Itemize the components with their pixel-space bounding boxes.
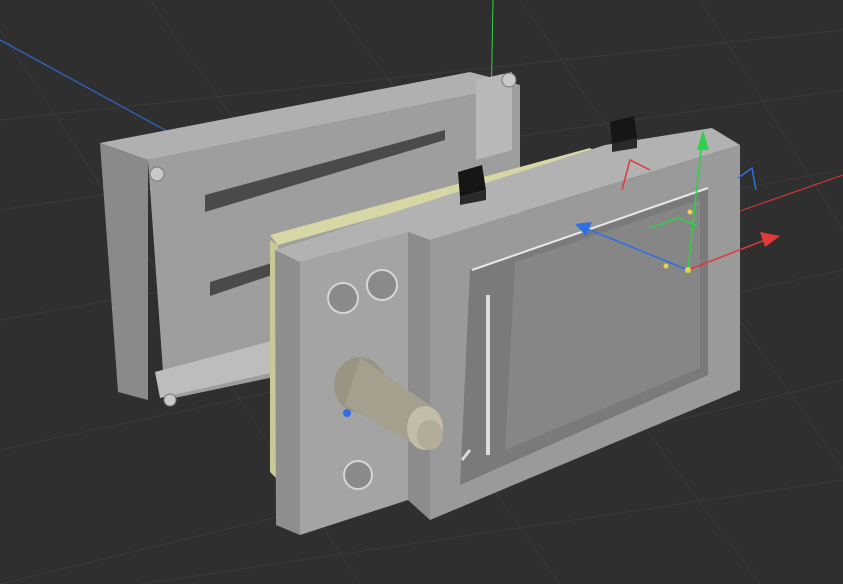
gizmo-center-icon[interactable] xyxy=(685,267,691,273)
ejector-pin xyxy=(149,166,165,182)
top-connector[interactable] xyxy=(610,116,637,152)
top-connector[interactable] xyxy=(458,165,486,205)
gizmo-pivot-icon xyxy=(687,209,693,215)
3d-viewport[interactable] xyxy=(0,0,843,584)
ejector-pin xyxy=(501,72,517,88)
move-arrow-x-icon[interactable] xyxy=(760,232,780,247)
ejector-pin xyxy=(163,393,177,407)
gizmo-pivot-icon xyxy=(663,263,669,269)
